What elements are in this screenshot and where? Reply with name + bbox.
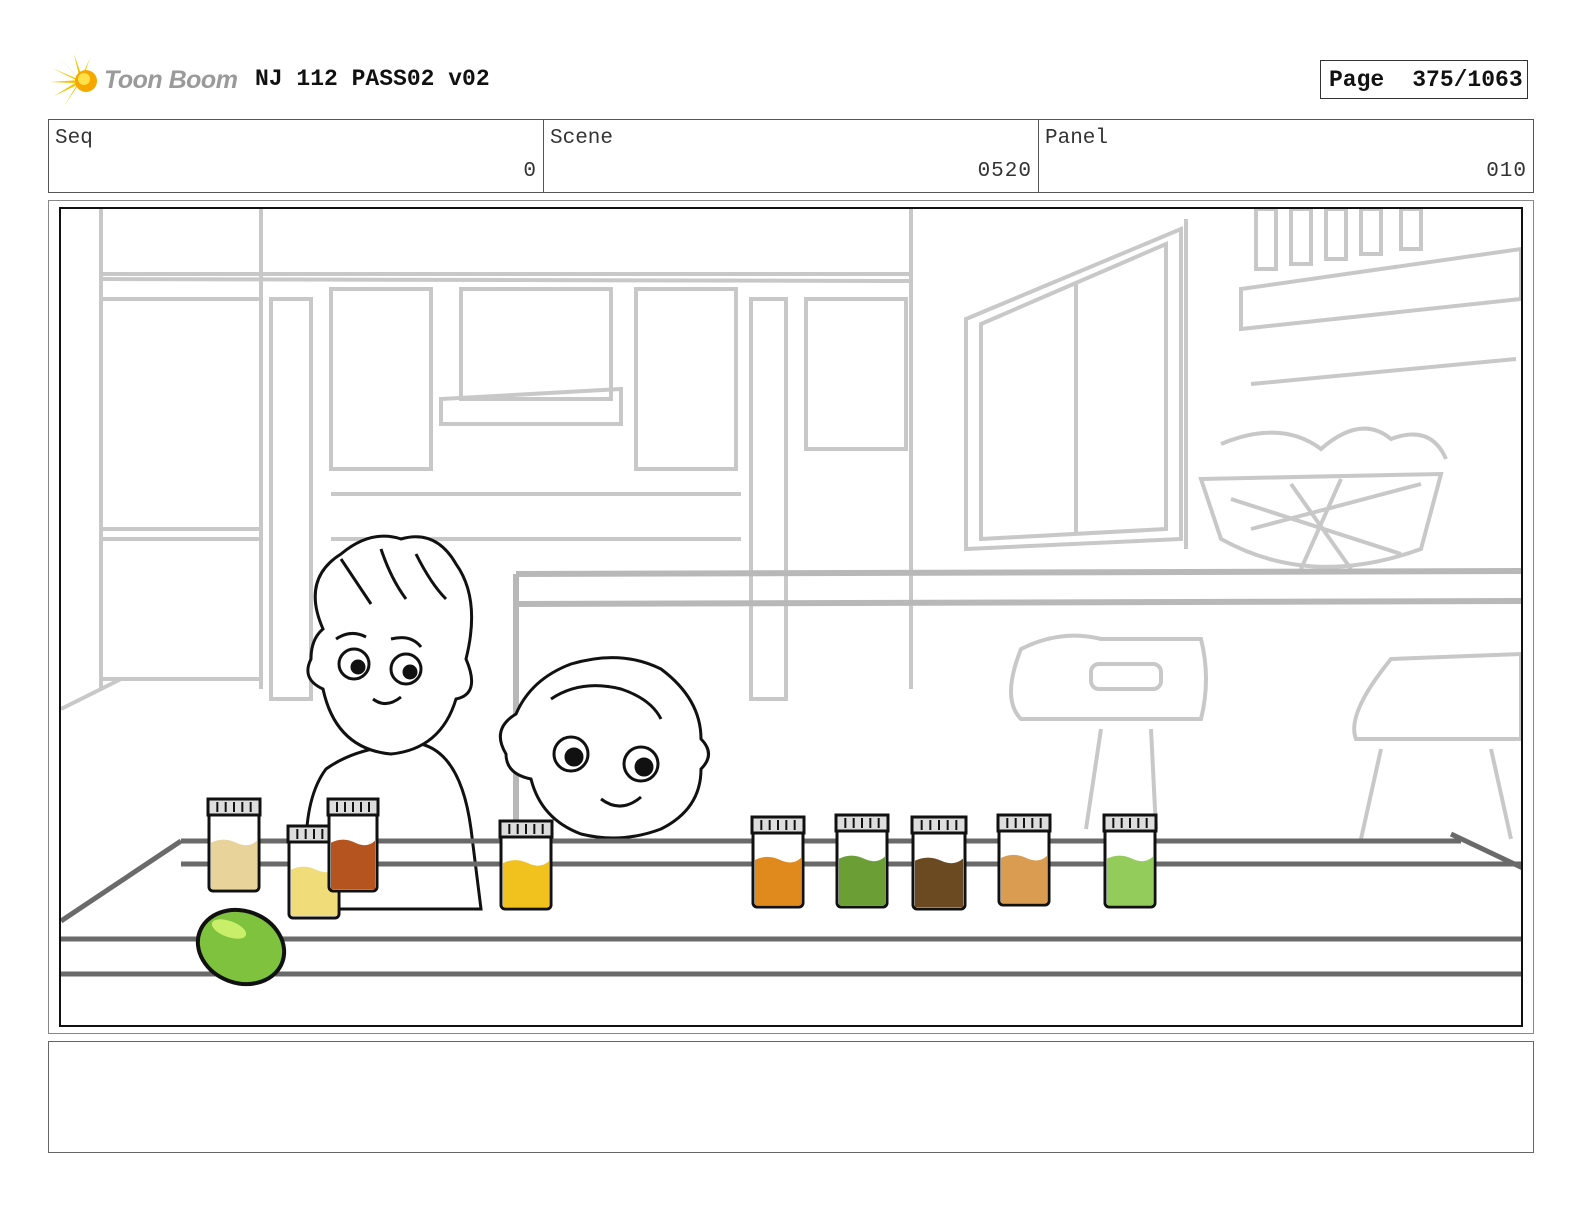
kitchen-background: [61, 209, 1521, 840]
storyboard-drawing: [61, 209, 1521, 987]
panel-cell: Panel 010: [1039, 120, 1533, 192]
spice-jar: [996, 813, 1052, 907]
younger-kid: [498, 656, 710, 840]
storyboard-panel: [59, 207, 1523, 1027]
scene-value: 0520: [977, 160, 1032, 183]
toon-boom-logo: Toon Boom: [50, 52, 240, 108]
sunburst-icon: [50, 54, 97, 106]
spice-jar: [910, 815, 968, 911]
seq-label: Seq: [55, 127, 93, 150]
spice-jar: [326, 797, 380, 893]
panel-value: 010: [1486, 160, 1527, 183]
lime: [195, 907, 287, 987]
scene-label: Scene: [550, 127, 614, 150]
seq-cell: Seq 0: [49, 120, 544, 192]
scene-cell: Scene 0520: [544, 120, 1039, 192]
project-title: NJ 112 PASS02 v02: [255, 66, 490, 92]
page-number: 375/1063: [1412, 66, 1523, 93]
spice-jar: [206, 797, 262, 893]
spice-jar: [750, 815, 806, 909]
spice-jar: [498, 819, 554, 911]
spice-jar: [1102, 813, 1158, 909]
page-indicator: Page 375/1063: [1320, 60, 1528, 99]
seq-value: 0: [523, 160, 537, 183]
panel-label: Panel: [1045, 127, 1109, 150]
scene-info-row: Seq 0 Scene 0520 Panel 010: [48, 119, 1534, 193]
page-label: Page: [1329, 66, 1385, 93]
logo-text: Toon Boom: [104, 66, 238, 94]
spice-jar: [834, 813, 890, 909]
panel-notes: [48, 1041, 1534, 1153]
